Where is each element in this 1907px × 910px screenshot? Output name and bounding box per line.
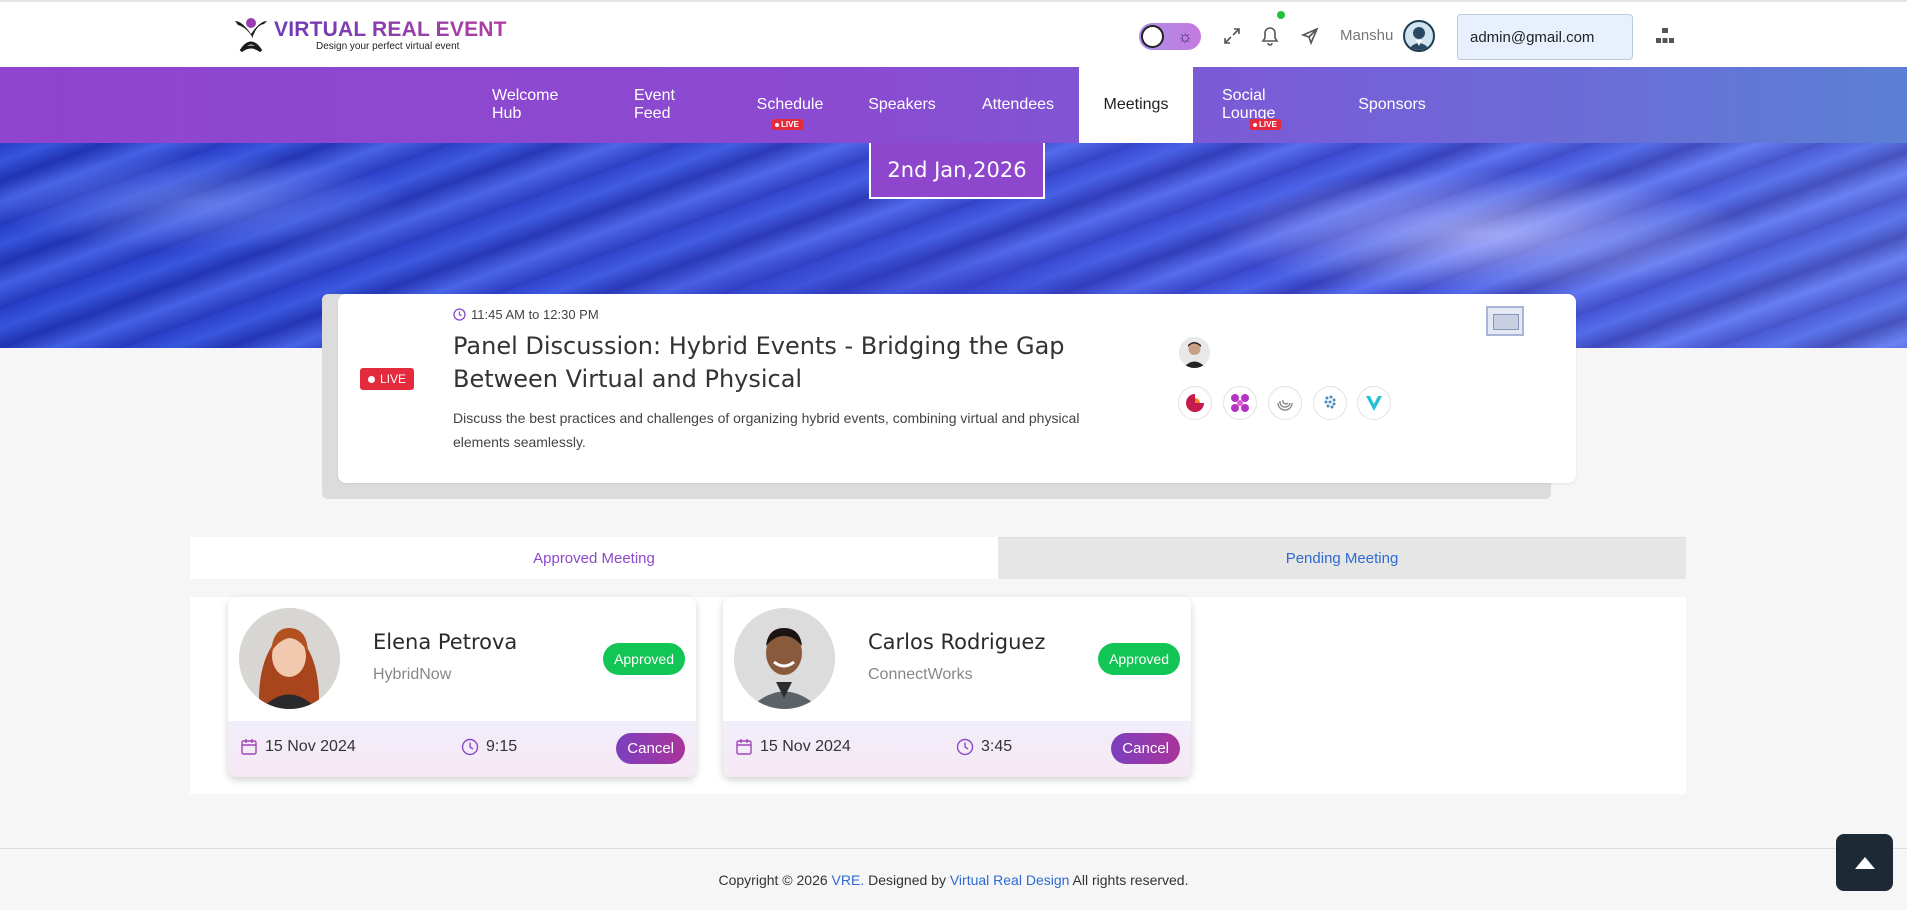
nav-label: Event Feed xyxy=(634,87,675,122)
fullscreen-icon[interactable] xyxy=(1220,24,1244,48)
meeting-card[interactable]: Carlos Rodriguez ConnectWorks Approved 1… xyxy=(723,597,1191,777)
sitemap-icon[interactable] xyxy=(1655,27,1675,50)
nav-sponsors[interactable]: Sponsors xyxy=(1345,67,1439,143)
nav-label: Attendees xyxy=(981,96,1055,113)
nav-event-feed[interactable]: Event Feed xyxy=(616,67,726,143)
attendee-photo xyxy=(239,608,340,709)
live-badge: LIVE xyxy=(772,119,803,130)
clock-icon xyxy=(461,738,479,756)
meeting-tabs: Approved Meeting Pending Meeting xyxy=(190,537,1686,579)
speaker-avatar[interactable] xyxy=(1179,337,1210,368)
sponsor-logo[interactable] xyxy=(1178,386,1212,420)
event-date-badge: 2nd Jan,2026 xyxy=(869,143,1045,199)
top-header: VIRTUAL REAL EVENT Design your perfect v… xyxy=(0,0,1907,67)
sponsor-logo[interactable] xyxy=(1268,386,1302,420)
meeting-time: 9:15 xyxy=(461,738,517,756)
tab-approved-meeting[interactable]: Approved Meeting xyxy=(190,537,998,579)
caret-up-icon xyxy=(1854,856,1875,869)
nav-social-lounge[interactable]: Social Lounge LIVE xyxy=(1204,67,1326,143)
clock-icon xyxy=(956,738,974,756)
nav-welcome-hub[interactable]: Welcome Hub xyxy=(474,67,600,143)
attendee-name: Carlos Rodriguez xyxy=(868,630,1046,654)
copyright-prefix: Copyright © 2026 xyxy=(718,872,832,888)
clock-icon xyxy=(453,308,466,321)
live-badge: LIVE xyxy=(1250,119,1281,130)
status-badge: Approved xyxy=(1098,643,1180,675)
meeting-time: 3:45 xyxy=(956,738,1012,756)
footer-divider xyxy=(0,848,1907,849)
live-session-card[interactable]: LIVE 11:45 AM to 12:30 PM Panel Discussi… xyxy=(338,294,1576,483)
screen-share-icon[interactable] xyxy=(1486,306,1524,336)
send-icon[interactable] xyxy=(1298,24,1322,48)
scroll-to-top-button[interactable] xyxy=(1836,834,1893,891)
cancel-button[interactable]: Cancel xyxy=(1111,733,1180,764)
sponsor-logo[interactable] xyxy=(1223,386,1257,420)
calendar-icon xyxy=(736,739,752,755)
vre-link[interactable]: VRE. xyxy=(832,872,865,888)
username-label[interactable]: Manshu xyxy=(1340,27,1393,44)
main-nav: Welcome Hub Event Feed Schedule LIVE Spe… xyxy=(0,67,1907,143)
toggle-knob xyxy=(1141,25,1164,48)
attendee-photo xyxy=(734,608,835,709)
email-field[interactable] xyxy=(1457,14,1633,60)
status-badge: Approved xyxy=(603,643,685,675)
nav-label: Sponsors xyxy=(1358,96,1426,113)
nav-meetings[interactable]: Meetings xyxy=(1079,67,1193,143)
session-description: Discuss the best practices and challenge… xyxy=(453,410,1080,450)
meeting-card[interactable]: Elena Petrova HybridNow Approved 15 Nov … xyxy=(228,597,696,777)
brand-tagline: Design your perfect virtual event xyxy=(316,41,460,52)
nav-label: Meetings xyxy=(1103,96,1169,113)
sun-icon: ☼ xyxy=(1177,27,1193,46)
tab-pending-meeting[interactable]: Pending Meeting xyxy=(998,537,1686,579)
meeting-date: 15 Nov 2024 xyxy=(240,738,356,756)
sponsor-logo[interactable] xyxy=(1357,386,1391,420)
calendar-icon xyxy=(241,739,257,755)
nav-schedule[interactable]: Schedule LIVE xyxy=(742,67,838,143)
meeting-date: 15 Nov 2024 xyxy=(735,738,851,756)
sponsor-logo[interactable] xyxy=(1313,386,1347,420)
notification-dot xyxy=(1277,11,1285,19)
bell-icon[interactable] xyxy=(1258,24,1282,48)
session-title[interactable]: Panel Discussion: Hybrid Events - Bridgi… xyxy=(453,330,1133,396)
copyright-text: Copyright © 2026 VRE. Designed by Virtua… xyxy=(0,872,1907,888)
logo-icon xyxy=(232,17,270,55)
attendee-company: ConnectWorks xyxy=(868,666,973,683)
user-avatar[interactable] xyxy=(1403,20,1435,52)
nav-label: Speakers xyxy=(868,96,936,113)
nav-label: Schedule xyxy=(756,96,824,113)
meeting-card-footer: 15 Nov 2024 3:45 Cancel xyxy=(723,721,1191,777)
attendee-name: Elena Petrova xyxy=(373,630,518,654)
cancel-button[interactable]: Cancel xyxy=(616,733,685,764)
attendee-company: HybridNow xyxy=(373,666,452,683)
copyright-suffix: All rights reserved. xyxy=(1069,872,1189,888)
nav-attendees[interactable]: Attendees xyxy=(966,67,1070,143)
live-badge: LIVE xyxy=(360,368,415,390)
brand-title: VIRTUAL REAL EVENT xyxy=(274,18,507,41)
nav-label: Welcome Hub xyxy=(492,87,559,122)
session-time: 11:45 AM to 12:30 PM xyxy=(453,307,599,322)
brand-logo[interactable]: VIRTUAL REAL EVENT Design your perfect v… xyxy=(232,14,507,58)
meeting-card-footer: 15 Nov 2024 9:15 Cancel xyxy=(228,721,696,777)
nav-speakers[interactable]: Speakers xyxy=(854,67,950,143)
nav-label: Social Lounge xyxy=(1222,87,1276,122)
copyright-middle: Designed by xyxy=(864,872,950,888)
theme-toggle[interactable]: ☼ xyxy=(1139,23,1201,50)
designer-link[interactable]: Virtual Real Design xyxy=(950,872,1070,888)
